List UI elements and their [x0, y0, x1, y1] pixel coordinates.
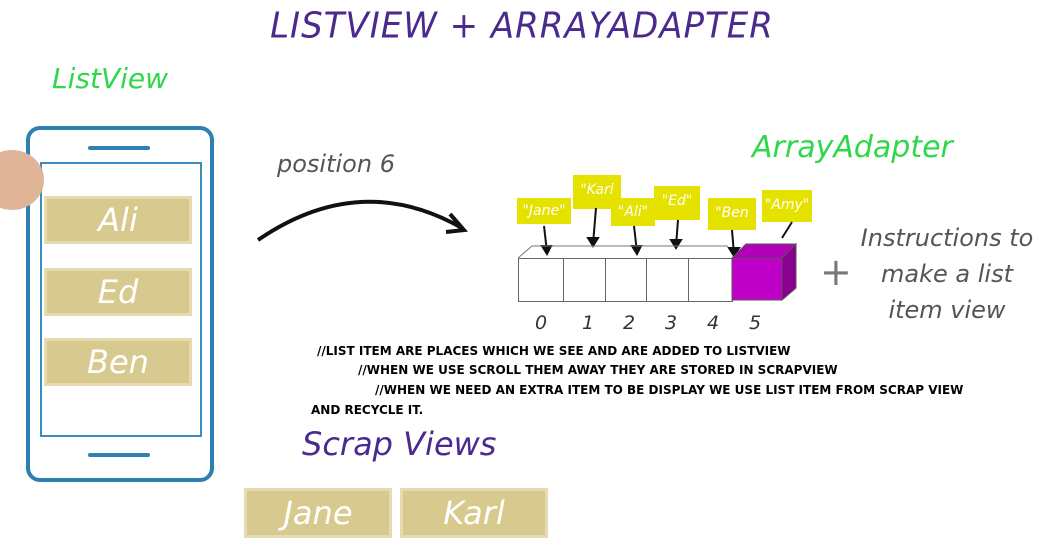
array-index: 3	[664, 312, 678, 334]
list-item: Ben	[44, 338, 192, 386]
note-line: //WHEN WE NEED AN EXTRA ITEM TO BE DISPL…	[375, 383, 964, 397]
array-top-edge	[518, 245, 728, 259]
array-cell	[646, 258, 689, 302]
list-item: Ed	[44, 268, 192, 316]
instructions-line: make a list	[881, 260, 1013, 288]
curved-arrow-icon	[256, 199, 469, 242]
array-index: 4	[706, 312, 720, 334]
array-cell	[605, 258, 647, 302]
page-title: LISTVIEW + ARRAYADAPTER	[270, 5, 774, 47]
note-line: //WHEN WE USE SCROLL THEM AWAY THEY ARE …	[358, 363, 838, 377]
scrap-item: Karl	[400, 488, 548, 538]
plus-icon: +	[820, 250, 852, 294]
scrap-item: Jane	[244, 488, 392, 538]
listview-label: ListView	[52, 62, 169, 95]
note-line: AND RECYCLE IT.	[311, 403, 424, 417]
instructions-line: Instructions to	[860, 224, 1034, 252]
instructions-line: item view	[888, 296, 1006, 324]
scrap-views-label: Scrap Views	[302, 425, 497, 463]
arrayadapter-label: ArrayAdapter	[752, 130, 953, 165]
phone-speaker	[88, 146, 150, 150]
array-cell	[563, 258, 606, 302]
array-index: 2	[622, 312, 636, 334]
array-index: 1	[581, 312, 595, 334]
note-line: //LIST ITEM ARE PLACES WHICH WE SEE AND …	[317, 344, 791, 358]
position-label: position 6	[277, 150, 395, 178]
phone-home-bar	[88, 453, 150, 457]
instructions-text: Instructions to make a list item view	[852, 220, 1042, 328]
highlighted-array-cell	[730, 242, 798, 302]
list-item: Ali	[44, 196, 192, 244]
array-index: 5	[748, 312, 762, 334]
array-cell	[518, 258, 564, 302]
array-index: 0	[534, 312, 548, 334]
